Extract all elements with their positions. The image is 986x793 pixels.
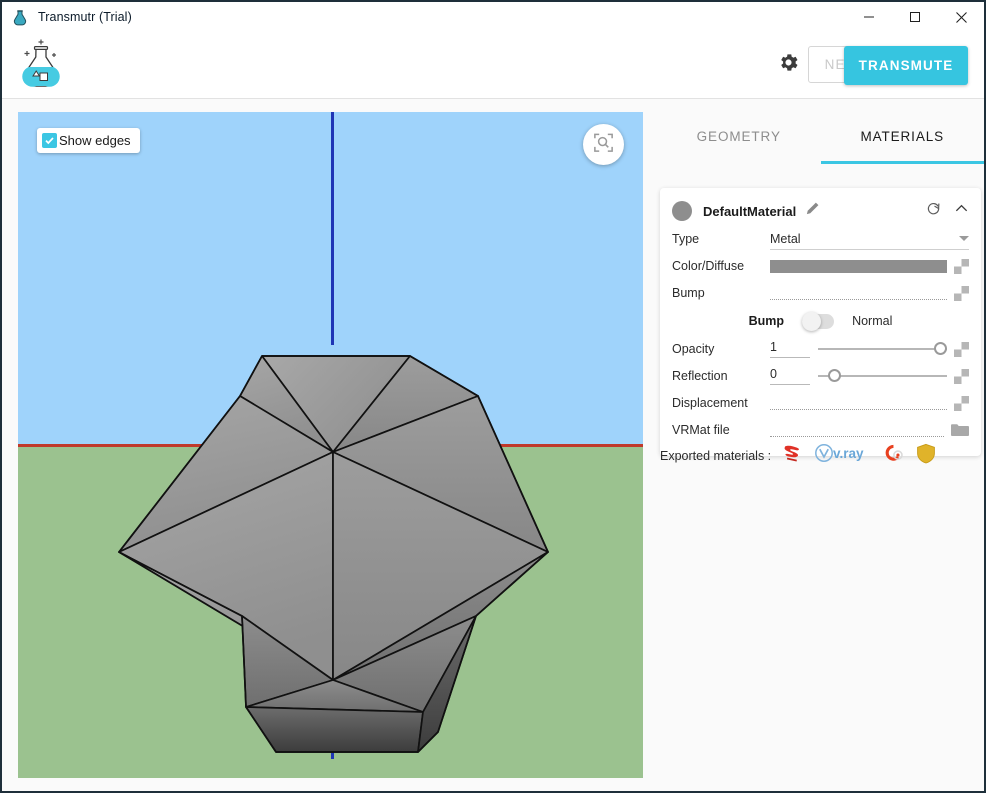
- displacement-texture-field[interactable]: [770, 396, 947, 410]
- texture-icon[interactable]: [954, 285, 969, 301]
- row-opacity: Opacity 1: [672, 337, 969, 361]
- bump-mode-label: Bump: [748, 314, 785, 328]
- material-header: DefaultMaterial: [672, 198, 969, 224]
- slider-knob[interactable]: [934, 342, 947, 355]
- texture-icon[interactable]: [954, 395, 969, 411]
- row-displacement: Displacement: [672, 391, 969, 415]
- type-label: Type: [672, 232, 700, 246]
- material-color-swatch[interactable]: [672, 201, 692, 221]
- opacity-label: Opacity: [672, 342, 715, 356]
- chevron-down-icon: [959, 236, 969, 241]
- type-value: Metal: [770, 231, 801, 246]
- row-type: Type Metal: [672, 227, 969, 251]
- close-button[interactable]: [938, 2, 984, 32]
- model-low-poly-sphere: [118, 355, 549, 753]
- toolbar: NEW TRANSMUTE: [2, 32, 984, 99]
- row-bump: Bump: [672, 281, 969, 305]
- bump-normal-toggle-row: Bump Normal: [672, 308, 969, 334]
- toggle-knob: [802, 311, 822, 331]
- vrmat-file-label: VRMat file: [672, 423, 730, 437]
- title-bar: Transmutr (Trial): [2, 2, 984, 32]
- bump-texture-field[interactable]: [770, 286, 947, 300]
- tab-geometry[interactable]: GEOMETRY: [657, 112, 821, 164]
- minimize-button[interactable]: [846, 2, 892, 32]
- 3d-viewport[interactable]: Show edges: [18, 112, 643, 778]
- folder-icon[interactable]: [951, 423, 969, 437]
- gear-icon: [777, 51, 800, 79]
- panel-tabs: GEOMETRY MATERIALS: [657, 112, 984, 164]
- show-edges-label: Show edges: [59, 133, 131, 148]
- row-vrmat-file: VRMat file: [672, 418, 969, 442]
- corona-icon[interactable]: [881, 442, 905, 469]
- opacity-slider[interactable]: [818, 341, 947, 357]
- right-panel: GEOMETRY MATERIALS DefaultMaterial Type …: [657, 112, 984, 778]
- row-color-diffuse: Color/Diffuse: [672, 254, 969, 278]
- color-diffuse-label: Color/Diffuse: [672, 259, 745, 273]
- reflection-input[interactable]: 0: [770, 367, 810, 385]
- slider-track: [818, 348, 947, 350]
- flask-icon: [11, 8, 29, 26]
- texture-icon[interactable]: [954, 258, 969, 274]
- application-window: Transmutr (Trial) NEW TRANSMUTE Show edg…: [0, 0, 986, 793]
- transmute-button[interactable]: TRANSMUTE: [844, 46, 968, 85]
- vrmat-file-field[interactable]: [770, 423, 944, 437]
- color-diffuse-swatch[interactable]: [770, 259, 947, 273]
- exported-materials: Exported materials : v.ray: [660, 442, 936, 469]
- transmutr-flask-logo: [20, 38, 68, 92]
- settings-button[interactable]: [770, 47, 806, 83]
- show-edges-toggle[interactable]: Show edges: [37, 128, 140, 153]
- vray-icon[interactable]: v.ray: [814, 443, 870, 468]
- material-name: DefaultMaterial: [703, 203, 797, 219]
- texture-icon[interactable]: [954, 341, 969, 357]
- opacity-input[interactable]: 1: [770, 340, 810, 358]
- zoom-extents-button[interactable]: [583, 124, 624, 165]
- tab-materials[interactable]: MATERIALS: [820, 112, 984, 164]
- material-card: DefaultMaterial Type Metal Color/Diffuse…: [660, 188, 981, 456]
- bump-label: Bump: [672, 286, 705, 300]
- checkbox-checked-icon: [42, 133, 57, 148]
- reflection-label: Reflection: [672, 369, 728, 383]
- row-reflection: Reflection 0: [672, 364, 969, 388]
- svg-text:v.ray: v.ray: [833, 446, 864, 461]
- normal-mode-label: Normal: [852, 314, 893, 328]
- window-title: Transmutr (Trial): [38, 10, 132, 24]
- displacement-label: Displacement: [672, 396, 748, 410]
- maximize-button[interactable]: [892, 2, 938, 32]
- thea-shield-icon[interactable]: [916, 443, 936, 469]
- sketchup-icon[interactable]: [781, 442, 803, 469]
- zoom-extents-icon: [592, 131, 615, 159]
- pencil-icon[interactable]: [805, 201, 820, 221]
- type-select[interactable]: Metal: [770, 229, 969, 250]
- bump-normal-toggle[interactable]: [802, 311, 835, 331]
- slider-knob[interactable]: [828, 369, 842, 382]
- exported-materials-label: Exported materials :: [660, 448, 772, 463]
- reset-icon[interactable]: [925, 200, 942, 222]
- chevron-up-icon[interactable]: [954, 201, 969, 221]
- window-controls: [846, 2, 984, 32]
- texture-icon[interactable]: [954, 368, 969, 384]
- reflection-slider[interactable]: [818, 368, 947, 384]
